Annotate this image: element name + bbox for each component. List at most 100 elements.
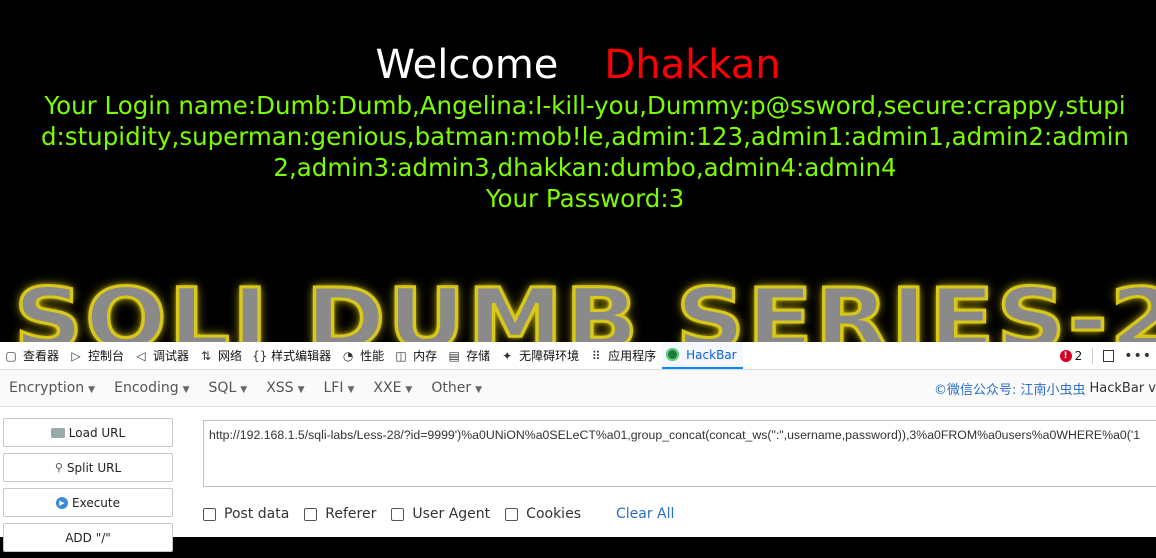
chevron-down-icon: ▼: [240, 385, 248, 395]
option-label: Post data: [224, 506, 290, 522]
chevron-down-icon: ▼: [405, 385, 413, 395]
hackbar-action-buttons: Load URL ⚲ Split URL ▶ Execute ADD "/": [3, 418, 173, 558]
banner-text: SQLI DUMB SERIES-28: [12, 274, 1156, 342]
execute-icon: ▶: [56, 496, 68, 509]
hackbar-icon: [666, 348, 680, 361]
tab-debugger[interactable]: ◁ 调试器: [130, 342, 195, 369]
tab-label: 控制台: [88, 349, 125, 363]
chevron-down-icon: ▼: [182, 385, 190, 395]
tab-label: 存储: [466, 349, 491, 363]
option-label: User Agent: [412, 506, 491, 522]
tab-label: 性能: [360, 349, 385, 363]
menu-xxe[interactable]: XXE ▼: [373, 380, 412, 396]
option-label: Cookies: [526, 506, 581, 522]
console-icon: ▷: [71, 348, 81, 363]
brand-text: HackBar v: [1089, 380, 1156, 396]
menu-other[interactable]: Other ▼: [431, 380, 482, 396]
button-label: Load URL: [68, 425, 126, 440]
post-data-checkbox[interactable]: [203, 507, 216, 521]
split-url-icon: ⚲: [54, 461, 63, 474]
clear-all-link[interactable]: Clear All: [616, 506, 674, 522]
add-slash-button[interactable]: ADD "/": [3, 523, 173, 552]
menu-sql[interactable]: SQL ▼: [209, 380, 248, 396]
hackbar-menu: Encryption ▼ Encoding ▼ SQL ▼ XSS ▼ LFI ▼ XXE…: [0, 370, 1156, 407]
tab-inspector[interactable]: ▢ 查看器: [0, 342, 65, 369]
toolbar-divider: [1092, 347, 1094, 364]
login-output: Your Login name:Dumb:Dumb,Angelina:I-kil…: [40, 90, 1130, 214]
tab-hackbar[interactable]: HackBar: [662, 342, 743, 369]
cookies-checkbox[interactable]: [505, 507, 519, 521]
performance-icon: ◔: [342, 348, 354, 363]
tab-style-editor[interactable]: {} 样式编辑器: [248, 342, 337, 369]
button-label: ADD "/": [65, 530, 111, 545]
option-label: Referer: [325, 506, 377, 522]
welcome-word: Welcome: [375, 42, 559, 88]
tab-network[interactable]: ⇅ 网络: [195, 342, 248, 369]
chevron-down-icon: ▼: [347, 385, 355, 395]
tab-memory[interactable]: ◫ 内存: [390, 342, 443, 369]
more-options-icon[interactable]: •••: [1124, 348, 1152, 364]
welcome-name: Dhakkan: [604, 42, 781, 88]
tab-label: 内存: [413, 349, 438, 363]
tab-label: 网络: [218, 349, 243, 363]
menu-label: Encryption: [9, 380, 85, 396]
cookies-option[interactable]: Cookies: [505, 506, 581, 522]
load-url-icon: [50, 427, 65, 438]
tab-label: 查看器: [23, 349, 60, 363]
button-label: Split URL: [66, 460, 122, 475]
button-label: Execute: [72, 495, 120, 510]
split-url-button[interactable]: ⚲ Split URL: [3, 453, 173, 482]
chevron-down-icon: ▼: [297, 385, 305, 395]
hackbar-brand: ©微信公众号: 江南小虫虫 HackBar v: [934, 370, 1156, 406]
menu-label: XSS: [266, 380, 294, 396]
application-icon: ⠿: [591, 348, 601, 363]
storage-icon: ▤: [448, 348, 460, 363]
debugger-icon: ◁: [136, 348, 146, 363]
devtools-panel: ▢ 查看器 ▷ 控制台 ◁ 调试器 ⇅ 网络 {} 样式编辑器 ◔ 性能 ◫ 内存 ▤ 存储 ✦…: [0, 342, 1156, 552]
menu-encoding[interactable]: Encoding ▼: [114, 380, 189, 396]
welcome-heading: Welcome Dhakkan: [0, 40, 1156, 90]
menu-xss[interactable]: XSS ▼: [266, 380, 304, 396]
menu-label: Other: [431, 380, 472, 396]
user-agent-checkbox[interactable]: [391, 507, 405, 521]
tab-label: 应用程序: [608, 349, 657, 363]
accessibility-icon: ✦: [502, 348, 513, 363]
tab-accessibility[interactable]: ✦ 无障碍环境: [496, 342, 585, 369]
menu-label: Encoding: [114, 380, 179, 396]
devtools-toolbar-right: ! 2 •••: [1059, 342, 1156, 369]
menu-encryption[interactable]: Encryption ▼: [9, 380, 95, 396]
url-textarea[interactable]: http://192.168.1.5/sqli-labs/Less-28/?id…: [203, 420, 1156, 487]
inspector-icon: ▢: [5, 348, 17, 363]
hackbar-options: Post data Referer User Agent Cookies Cle…: [203, 506, 674, 522]
dock-side-icon[interactable]: [1103, 349, 1115, 362]
tab-label: HackBar: [686, 347, 737, 362]
sqli-banner: SQLI DUMB SERIES-28: [0, 274, 1156, 342]
user-agent-option[interactable]: User Agent: [391, 506, 490, 522]
memory-icon: ◫: [395, 348, 407, 363]
tab-console[interactable]: ▷ 控制台: [65, 342, 130, 369]
tab-performance[interactable]: ◔ 性能: [337, 342, 390, 369]
tab-application[interactable]: ⠿ 应用程序: [585, 342, 662, 369]
menu-label: XXE: [373, 380, 402, 396]
menu-label: LFI: [323, 380, 344, 396]
error-count[interactable]: 2: [1075, 349, 1083, 363]
post-data-option[interactable]: Post data: [203, 506, 289, 522]
referer-option[interactable]: Referer: [304, 506, 376, 522]
style-editor-icon: {}: [252, 348, 268, 363]
chevron-down-icon: ▼: [88, 385, 96, 395]
menu-label: SQL: [208, 380, 237, 396]
password-text: Your Password:3: [485, 184, 685, 213]
brand-link[interactable]: ©微信公众号: 江南小虫虫: [934, 379, 1086, 398]
web-page: Welcome Dhakkan Your Login name:Dumb:Dumb…: [0, 0, 1156, 342]
devtools-tabbar: ▢ 查看器 ▷ 控制台 ◁ 调试器 ⇅ 网络 {} 样式编辑器 ◔ 性能 ◫ 内存 ▤ 存储 ✦…: [0, 342, 1156, 370]
referer-checkbox[interactable]: [304, 507, 318, 521]
error-icon[interactable]: !: [1059, 349, 1072, 362]
login-name-text: Your Login name:Dumb:Dumb,Angelina:I-kil…: [41, 91, 1129, 182]
menu-lfi[interactable]: LFI ▼: [323, 380, 354, 396]
tab-storage[interactable]: ▤ 存储: [443, 342, 496, 369]
execute-button[interactable]: ▶ Execute: [3, 488, 173, 517]
load-url-button[interactable]: Load URL: [3, 418, 173, 447]
tab-label: 调试器: [153, 349, 190, 363]
tab-label: 样式编辑器: [271, 349, 332, 363]
chevron-down-icon: ▼: [475, 385, 483, 395]
